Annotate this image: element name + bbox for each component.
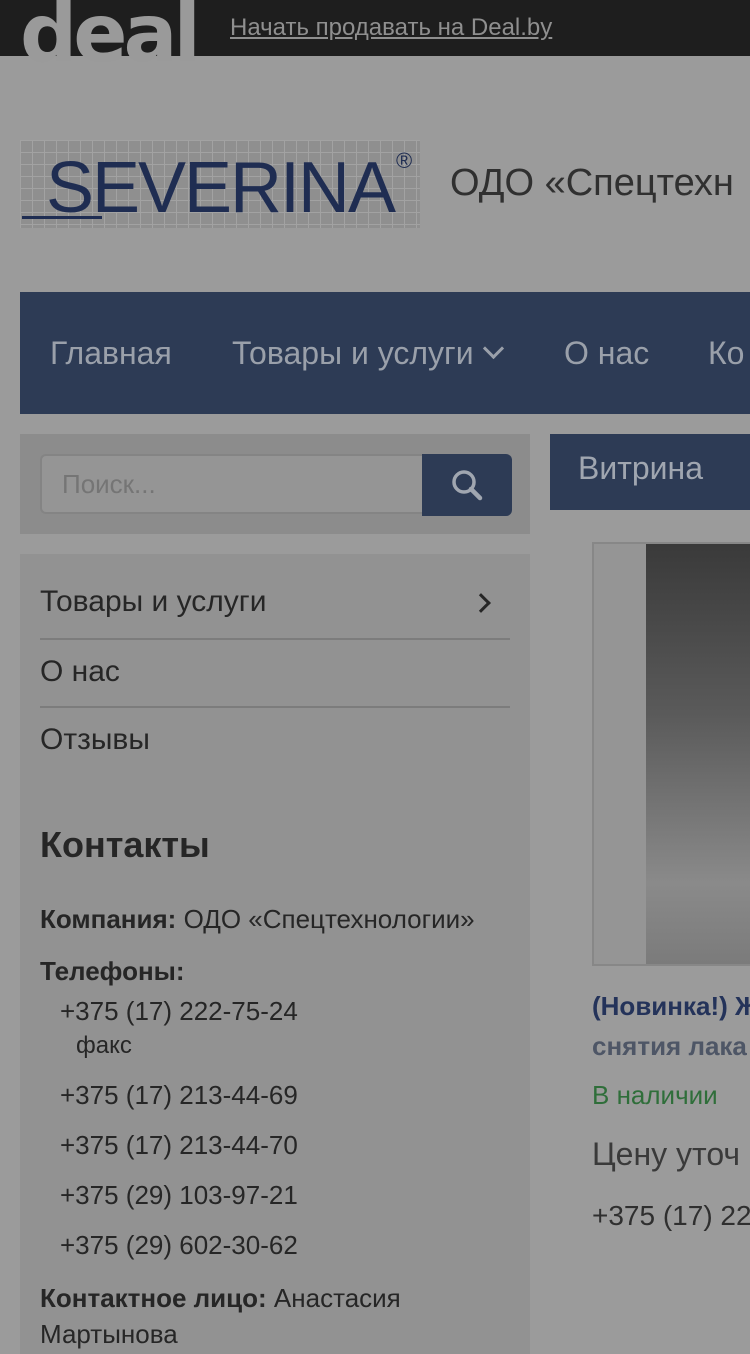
phone-link[interactable]: +375 (17) 222-75-24 — [60, 996, 298, 1027]
sidebar-item-about[interactable]: О нас — [40, 638, 510, 706]
top-bar: deal Начать продавать на Deal.by — [0, 0, 750, 74]
phone-link[interactable]: +375 (29) 103-97-21 — [60, 1180, 298, 1211]
product-title[interactable]: (Новинка!) Ж снятия лака — [592, 986, 750, 1066]
tab-showcase[interactable]: Витрина — [550, 434, 750, 510]
nav-about[interactable]: О нас — [564, 292, 649, 414]
phone-link[interactable]: +375 (17) 213-44-70 — [60, 1130, 298, 1161]
stock-status: В наличии — [592, 1080, 718, 1110]
phone-link[interactable]: +375 (29) 602-30-62 — [60, 1230, 298, 1261]
search-icon — [452, 470, 483, 501]
price-label: Цену уточ — [592, 1136, 741, 1172]
nav-home-label: Главная — [50, 335, 172, 371]
phone-link[interactable]: +375 (17) 213-44-69 — [60, 1080, 298, 1111]
product-phone[interactable]: +375 (17) 22 — [592, 1200, 750, 1232]
sidebar-item-label: Отзывы — [40, 723, 150, 756]
company-title: ОДО «Спецтехн — [450, 162, 734, 204]
nav-products-label: Товары и услуги — [232, 335, 474, 371]
contact-person-row: Контактное лицо: Анастасия Мартынова — [40, 1280, 510, 1352]
showcase-panel: (Новинка!) Ж снятия лака В наличии Цену … — [550, 510, 750, 1334]
nav-contacts-label: Ко — [708, 335, 745, 371]
tab-showcase-label: Витрина — [578, 450, 704, 486]
company-value: ОДО «Спецтехнологии» — [183, 904, 475, 934]
logo-registered-mark: ® — [396, 148, 413, 173]
sidebar: Товары и услуги О нас Отзывы Контакты Ко… — [20, 554, 530, 1354]
search-input[interactable] — [40, 454, 422, 514]
nav-about-label: О нас — [564, 335, 650, 371]
sidebar-item-reviews[interactable]: Отзывы — [40, 706, 510, 774]
sidebar-item-products[interactable]: Товары и услуги — [40, 568, 510, 636]
company-row: Компания: ОДО «Спецтехнологии» — [40, 904, 475, 935]
company-logo[interactable]: SEVERINA ® — [20, 140, 420, 228]
product-subtitle: снятия лака — [592, 1031, 747, 1061]
sidebar-item-label: Товары и услуги — [40, 585, 267, 618]
main-nav: Главная Товары и услуги О нас Ко — [20, 292, 750, 414]
sidebar-item-label: О нас — [40, 655, 120, 688]
product-title-line: (Новинка!) Ж — [592, 991, 750, 1021]
contact-person-label: Контактное лицо: — [40, 1283, 267, 1313]
chevron-down-icon — [482, 337, 504, 360]
nav-contacts[interactable]: Ко — [708, 292, 744, 414]
fax-note: факс — [76, 1032, 132, 1059]
search-panel — [20, 434, 530, 534]
product-image — [646, 544, 750, 964]
logo-underline — [22, 216, 102, 219]
nav-home[interactable]: Главная — [50, 292, 172, 414]
nav-products[interactable]: Товары и услуги — [232, 292, 504, 414]
start-selling-link[interactable]: Начать продавать на Deal.by — [230, 14, 552, 42]
deal-logo[interactable]: deal — [20, 0, 201, 74]
contacts-heading: Контакты — [40, 824, 210, 865]
company-label: Компания: — [40, 904, 177, 934]
search-button[interactable] — [422, 454, 512, 516]
product-image-frame[interactable] — [592, 542, 750, 966]
phones-label: Телефоны: — [40, 956, 185, 986]
chevron-right-icon — [471, 593, 491, 613]
logo-text: SEVERINA — [45, 148, 396, 228]
brand-header: SEVERINA ® ОДО «Спецтехн — [0, 130, 750, 240]
